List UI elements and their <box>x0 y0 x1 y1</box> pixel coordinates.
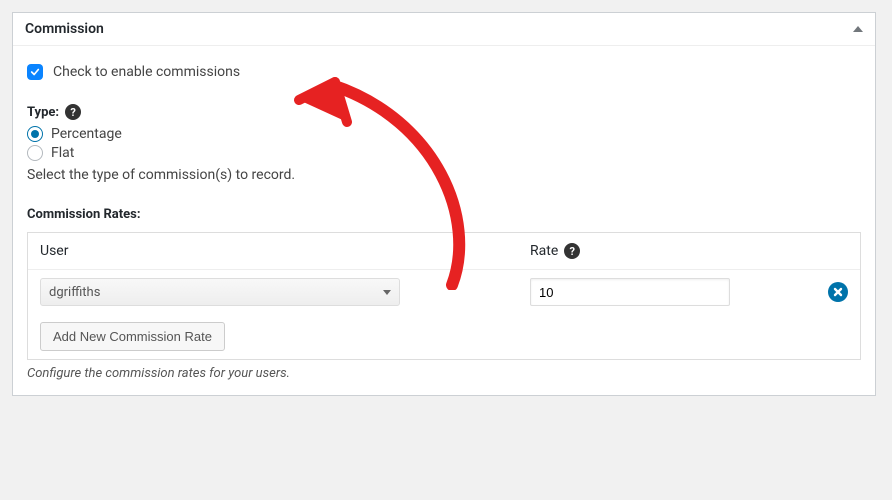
type-option-percentage[interactable]: Percentage <box>27 126 861 142</box>
type-label-row: Type: ? <box>27 104 861 120</box>
rate-cell <box>530 278 848 306</box>
rate-input[interactable] <box>530 278 730 306</box>
user-select[interactable]: dgriffiths <box>40 278 400 306</box>
help-icon[interactable]: ? <box>564 243 580 259</box>
rates-footer-help: Configure the commission rates for your … <box>27 366 861 381</box>
type-option-flat[interactable]: Flat <box>27 145 861 161</box>
type-help-text: Select the type of commission(s) to reco… <box>27 167 861 183</box>
panel-header[interactable]: Commission <box>13 13 875 46</box>
check-icon <box>30 67 40 77</box>
user-select-value: dgriffiths <box>49 285 100 300</box>
collapse-icon[interactable] <box>853 26 863 32</box>
enable-commissions-label[interactable]: Check to enable commissions <box>53 64 240 80</box>
panel-title: Commission <box>25 21 104 37</box>
type-label: Type: <box>27 105 59 120</box>
col-rate-label: Rate <box>530 243 558 259</box>
add-commission-rate-button[interactable]: Add New Commission Rate <box>40 322 225 351</box>
table-row: dgriffiths <box>28 270 860 314</box>
col-rate-header: Rate ? <box>530 243 848 259</box>
enable-commissions-row: Check to enable commissions <box>27 64 861 80</box>
rates-heading: Commission Rates: <box>27 207 861 222</box>
chevron-down-icon <box>383 290 391 295</box>
help-icon[interactable]: ? <box>65 104 81 120</box>
enable-commissions-checkbox[interactable] <box>27 64 43 80</box>
radio-percentage-label[interactable]: Percentage <box>51 126 122 142</box>
remove-row-button[interactable] <box>828 282 848 302</box>
commission-metabox: Commission Check to enable commissions T… <box>12 12 876 396</box>
user-cell: dgriffiths <box>40 278 530 306</box>
radio-flat-label[interactable]: Flat <box>51 145 74 161</box>
radio-flat[interactable] <box>27 145 43 161</box>
radio-percentage[interactable] <box>27 126 43 142</box>
rates-table: User Rate ? dgriffiths <box>27 232 861 360</box>
close-icon <box>832 286 844 298</box>
rates-table-header: User Rate ? <box>28 233 860 270</box>
panel-body: Check to enable commissions Type: ? Perc… <box>13 46 875 395</box>
col-user-header: User <box>40 243 530 259</box>
add-row: Add New Commission Rate <box>28 314 860 359</box>
type-field: Type: ? Percentage Flat Select the type … <box>27 104 861 183</box>
